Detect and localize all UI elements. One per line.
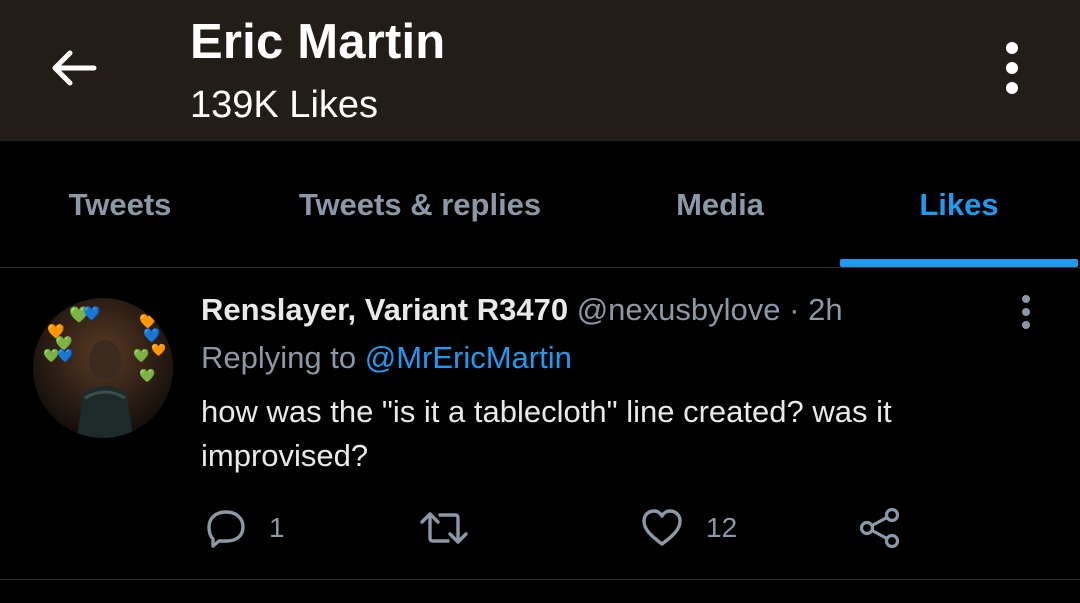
svg-text:🧡: 🧡	[151, 343, 166, 357]
tweet-more-button[interactable]	[1008, 292, 1044, 332]
svg-text:💙: 💙	[57, 348, 74, 363]
active-tab-indicator	[840, 259, 1078, 267]
reply-icon	[207, 510, 245, 548]
back-button[interactable]	[40, 38, 108, 98]
tab-media[interactable]: Media	[600, 141, 840, 268]
author-handle[interactable]: @nexusbylove	[577, 292, 781, 327]
heart-icon	[642, 509, 682, 546]
replying-to: Replying to @MrEricMartin	[201, 340, 572, 376]
mention-link[interactable]: @MrEricMartin	[365, 340, 572, 375]
tweet-time: 2h	[808, 292, 843, 327]
tab-tweets[interactable]: Tweets	[0, 141, 240, 268]
more-vertical-icon	[1022, 295, 1030, 329]
meta-separator: ·	[789, 292, 800, 327]
more-vertical-icon	[1006, 42, 1018, 94]
author-name[interactable]: Renslayer, Variant R3470	[201, 292, 568, 327]
overflow-menu-button[interactable]	[990, 38, 1034, 98]
svg-text:💚: 💚	[139, 368, 156, 383]
like-count: 12	[706, 512, 738, 543]
tweet-header: Renslayer, Variant R3470 @nexusbylove · …	[201, 292, 843, 328]
profile-name: Eric Martin	[190, 15, 446, 69]
avatar-image: 💚 💙 🧡 💚 💚 💙 🧡 💙 🧡 💚 💚	[33, 298, 173, 438]
replying-prefix: Replying to	[201, 340, 357, 375]
retweet-button[interactable]	[418, 504, 470, 552]
profile-tabs: Tweets Tweets & replies Media Likes	[0, 141, 1080, 268]
tweet-text: how was the "is it a tablecloth" line cr…	[201, 394, 892, 473]
tweet-card[interactable]: 💚 💙 🧡 💚 💚 💙 🧡 💙 🧡 💚 💚 Renslayer, Variant…	[0, 268, 1080, 580]
retweet-icon	[420, 512, 468, 544]
arrow-left-icon	[52, 50, 97, 86]
share-button[interactable]	[858, 504, 902, 552]
reply-count: 1	[269, 512, 285, 543]
share-icon	[859, 507, 900, 549]
like-button[interactable]: 12	[640, 504, 737, 552]
tab-tweets-replies[interactable]: Tweets & replies	[240, 141, 600, 268]
likes-count: 139K Likes	[190, 84, 379, 126]
svg-text:💙: 💙	[83, 305, 101, 321]
svg-text:💙: 💙	[143, 327, 161, 343]
profile-header: Eric Martin 139K Likes	[0, 0, 1080, 141]
avatar[interactable]: 💚 💙 🧡 💚 💚 💙 🧡 💙 🧡 💚 💚	[33, 298, 173, 438]
tab-likes[interactable]: Likes	[840, 141, 1078, 268]
svg-text:💚: 💚	[133, 348, 150, 363]
reply-button[interactable]: 1	[205, 504, 285, 552]
